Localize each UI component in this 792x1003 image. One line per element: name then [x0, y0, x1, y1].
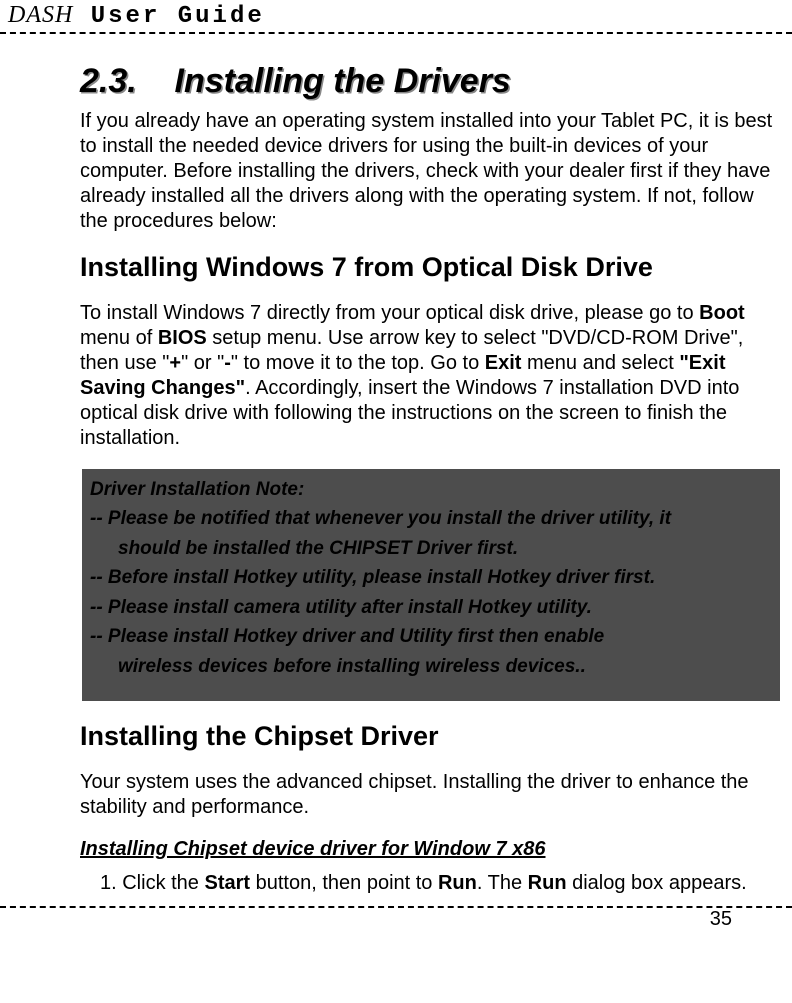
page-header: DASH User Guide: [0, 0, 792, 30]
note-heading: Driver Installation Note:: [90, 475, 774, 504]
section-intro: If you already have an operating system …: [80, 109, 782, 234]
section-number: 2.3.: [80, 62, 137, 100]
guide-title: User Guide: [91, 3, 265, 30]
subsection-2-heading: Installing the Chipset Driver: [80, 721, 782, 752]
bold-exit: Exit: [485, 352, 522, 374]
bold-minus: -: [224, 352, 231, 374]
note-line-4b: wireless devices before installing wirel…: [90, 652, 774, 681]
note-line-4a: -- Please install Hotkey driver and Util…: [90, 622, 774, 651]
text: To install Windows 7 directly from your …: [80, 302, 699, 324]
text: menu of: [80, 327, 158, 349]
text: button, then point to: [250, 872, 438, 894]
bold-boot: Boot: [699, 302, 745, 324]
subsection-1-heading: Installing Windows 7 from Optical Disk D…: [80, 252, 782, 283]
text: " or ": [181, 352, 224, 374]
step-1: 1. Click the Start button, then point to…: [80, 871, 782, 896]
subsubsection-heading: Installing Chipset device driver for Win…: [80, 838, 782, 861]
text: menu and select: [521, 352, 679, 374]
page-number: 35: [0, 908, 792, 931]
page-content: 2.3. Installing the Drivers If you alrea…: [0, 34, 792, 896]
bold-start: Start: [204, 872, 250, 894]
brand-name: DASH: [8, 2, 73, 28]
text: " to move it to the top. Go to: [231, 352, 485, 374]
subsection-1-para: To install Windows 7 directly from your …: [80, 301, 782, 451]
subsection-2-para: Your system uses the advanced chipset. I…: [80, 770, 782, 820]
note-line-1a: -- Please be notified that whenever you …: [90, 504, 774, 533]
bold-bios: BIOS: [158, 327, 207, 349]
text: 1. Click the: [100, 872, 204, 894]
note-line-1b: should be installed the CHIPSET Driver f…: [90, 534, 774, 563]
section-title: Installing the Drivers: [175, 62, 511, 100]
section-heading: 2.3. Installing the Drivers: [80, 62, 782, 101]
bold-plus: +: [169, 352, 181, 374]
bold-run: Run: [438, 872, 477, 894]
text: dialog box appears.: [567, 872, 747, 894]
text: . The: [477, 872, 528, 894]
bold-run-2: Run: [528, 872, 567, 894]
driver-install-note: Driver Installation Note: -- Please be n…: [82, 469, 780, 701]
note-line-3: -- Please install camera utility after i…: [90, 593, 774, 622]
note-line-2: -- Before install Hotkey utility, please…: [90, 563, 774, 592]
